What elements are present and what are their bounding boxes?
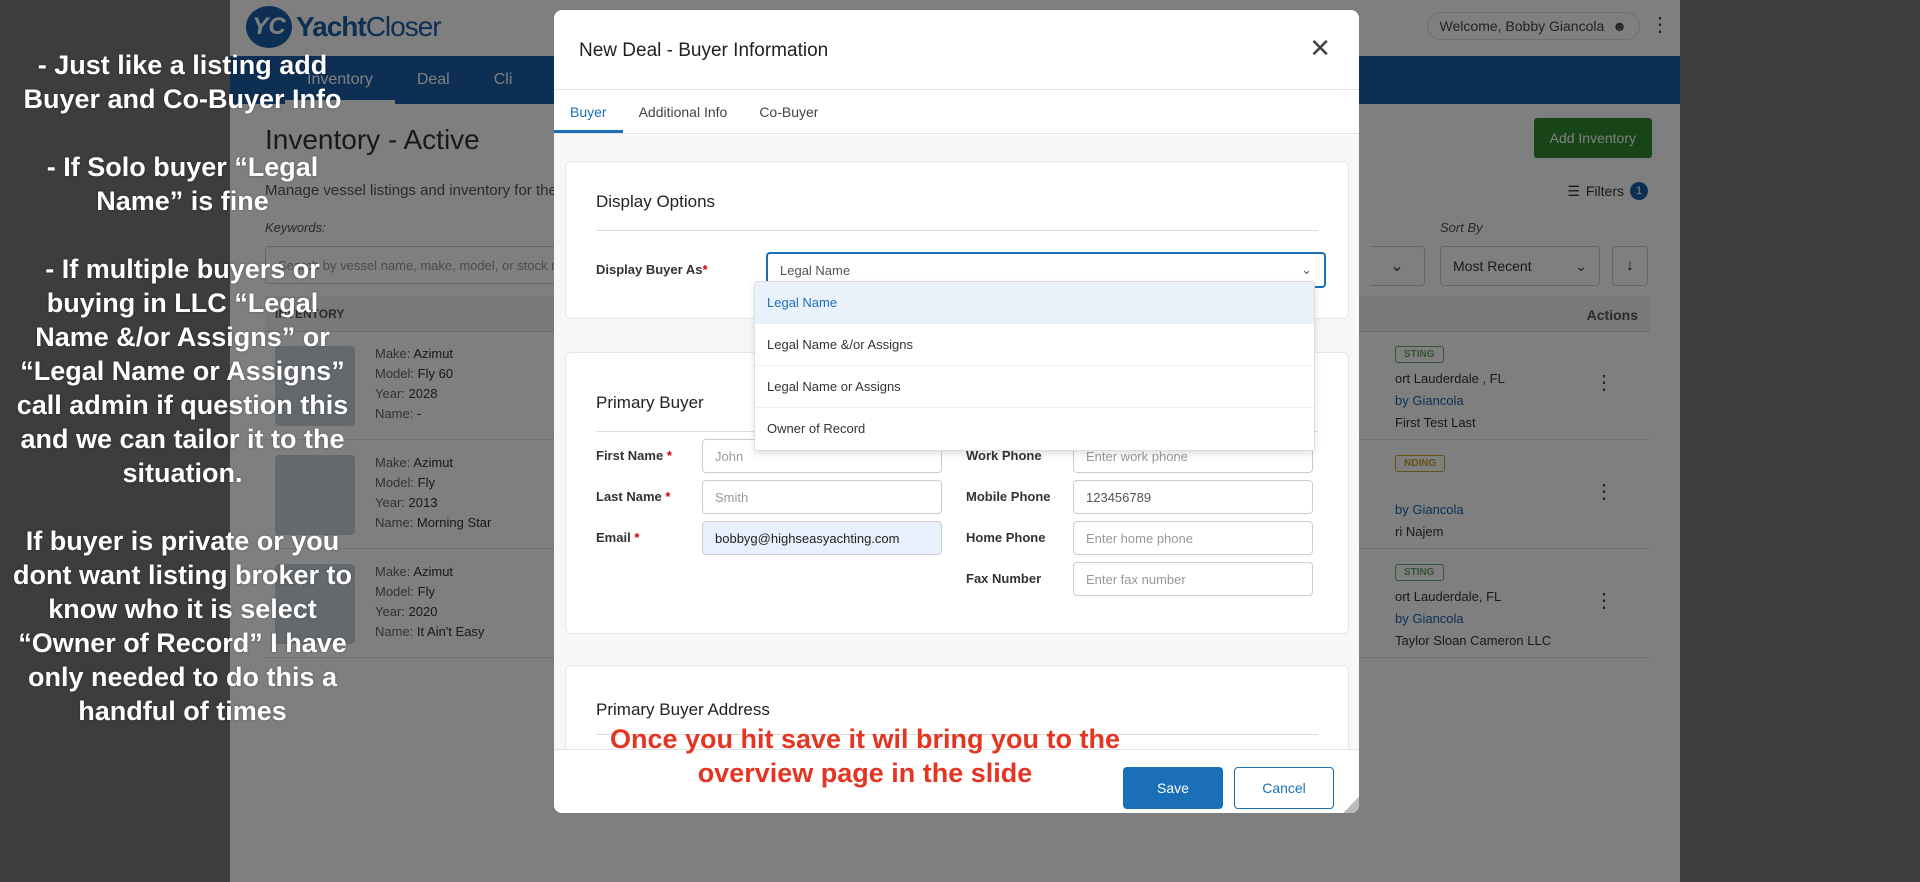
- save-note: Once you hit save it wil bring you to th…: [609, 724, 1121, 788]
- option-legal-name-and-or-assigns[interactable]: Legal Name &/or Assigns: [755, 324, 1314, 366]
- modal-header: New Deal - Buyer Information ✕: [554, 10, 1359, 90]
- option-legal-name[interactable]: Legal Name: [755, 282, 1314, 324]
- home-phone-label: Home Phone: [966, 530, 1046, 545]
- first-name-label: First Name *: [596, 448, 672, 463]
- display-buyer-as-value: Legal Name: [780, 262, 851, 278]
- email-field[interactable]: bobbyg@highseasyachting.com: [702, 521, 942, 555]
- option-legal-name-or-assigns[interactable]: Legal Name or Assigns: [755, 366, 1314, 408]
- email-label: Email *: [596, 530, 639, 545]
- note-line-1: - Just like a listing add Buyer and Co-B…: [23, 50, 342, 114]
- modal-title: New Deal - Buyer Information: [579, 40, 829, 61]
- primary-buyer-title: Primary Buyer: [596, 393, 704, 412]
- fax-number-label: Fax Number: [966, 571, 1042, 586]
- last-name-field[interactable]: Smith: [702, 480, 942, 514]
- fax-number-field[interactable]: Enter fax number: [1073, 562, 1313, 596]
- tab-buyer[interactable]: Buyer: [554, 90, 623, 133]
- mobile-phone-label: Mobile Phone: [966, 489, 1051, 504]
- note-line-4: If buyer is private or you dont want lis…: [13, 526, 352, 726]
- display-buyer-as-label: Display Buyer As*: [596, 262, 708, 277]
- cancel-button[interactable]: Cancel: [1234, 767, 1334, 809]
- required-marker: *: [702, 262, 708, 277]
- close-icon[interactable]: ✕: [1309, 35, 1331, 61]
- instruction-note: - Just like a listing add Buyer and Co-B…: [10, 48, 355, 762]
- display-options-title: Display Options: [596, 192, 716, 211]
- last-name-text: Last Name: [596, 489, 662, 504]
- note-line-2: - If Solo buyer “Legal Name” is fine: [46, 152, 319, 216]
- resize-handle[interactable]: [1343, 797, 1359, 813]
- primary-buyer-address-title: Primary Buyer Address: [596, 700, 770, 719]
- display-buyer-as-dropdown: Legal Name Legal Name &/or Assigns Legal…: [754, 281, 1315, 451]
- chevron-down-icon: ⌄: [1301, 262, 1312, 277]
- option-owner-of-record[interactable]: Owner of Record: [755, 408, 1314, 450]
- tab-co-buyer[interactable]: Co-Buyer: [743, 90, 834, 133]
- tab-additional-info[interactable]: Additional Info: [623, 90, 744, 133]
- divider: [596, 230, 1318, 231]
- email-text: Email: [596, 530, 631, 545]
- modal-tabs: Buyer Additional Info Co-Buyer: [554, 90, 1359, 134]
- first-name-text: First Name: [596, 448, 664, 463]
- display-buyer-as-text: Display Buyer As: [596, 262, 703, 277]
- mobile-phone-field[interactable]: 123456789: [1073, 480, 1313, 514]
- required-marker: *: [665, 489, 671, 504]
- note-line-3: - If multiple buyers or buying in LLC “L…: [16, 254, 349, 488]
- required-marker: *: [666, 448, 672, 463]
- last-name-label: Last Name *: [596, 489, 670, 504]
- required-marker: *: [634, 530, 640, 545]
- home-phone-field[interactable]: Enter home phone: [1073, 521, 1313, 555]
